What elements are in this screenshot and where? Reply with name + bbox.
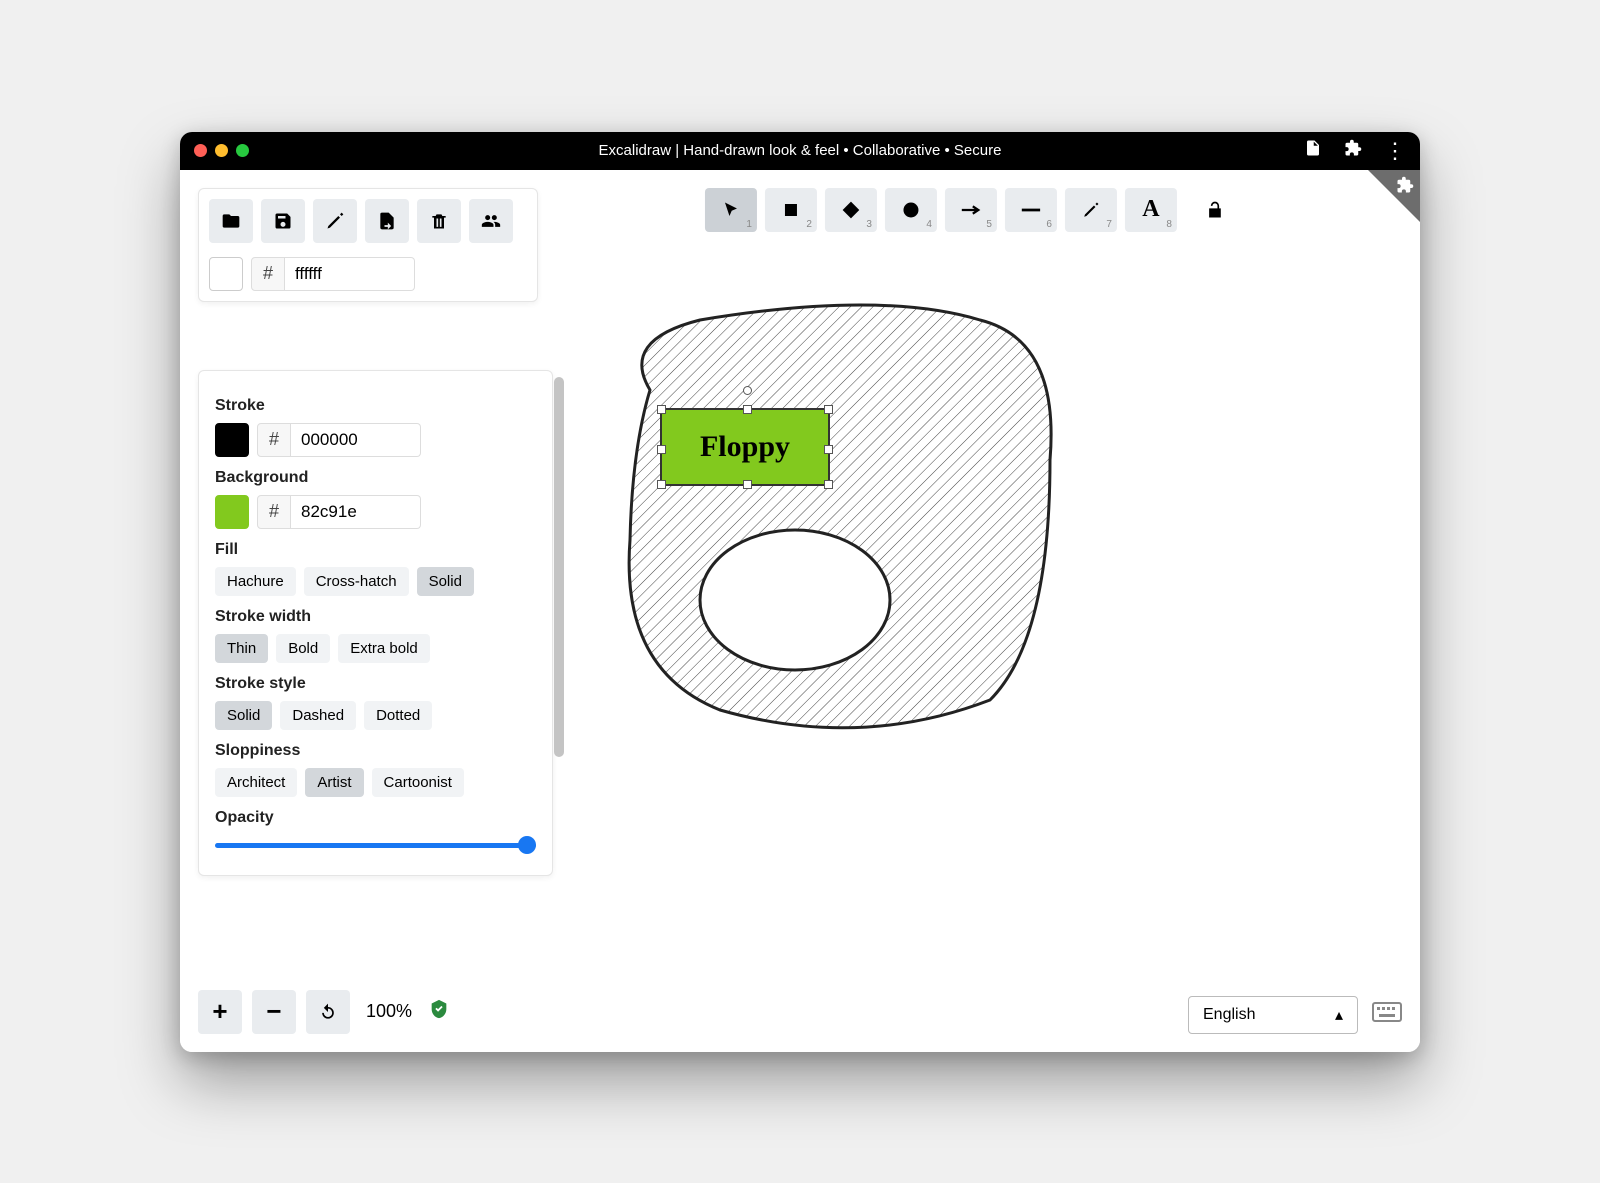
export-button[interactable] bbox=[365, 199, 409, 243]
tool-ellipse[interactable]: 4 bbox=[885, 188, 937, 232]
fill-hachure[interactable]: Hachure bbox=[215, 567, 296, 596]
ss-solid[interactable]: Solid bbox=[215, 701, 272, 730]
tool-selection[interactable]: 1 bbox=[705, 188, 757, 232]
slop-artist[interactable]: Artist bbox=[305, 768, 363, 797]
clear-button[interactable] bbox=[417, 199, 461, 243]
shape-toolbar: 1 2 3 4 5 6 7 bbox=[705, 188, 1233, 232]
chevron-up-icon: ▴ bbox=[1335, 1005, 1343, 1025]
fill-heading: Fill bbox=[215, 541, 536, 559]
selected-element[interactable]: Floppy bbox=[660, 408, 830, 486]
hash-label: # bbox=[251, 257, 285, 291]
tool-rectangle[interactable]: 2 bbox=[765, 188, 817, 232]
app-window: Excalidraw | Hand-drawn look & feel • Co… bbox=[180, 132, 1420, 1052]
element-text: Floppy bbox=[700, 430, 790, 464]
background-color-input[interactable] bbox=[291, 495, 421, 529]
background-color-swatch[interactable] bbox=[215, 495, 249, 529]
fill-options: Hachure Cross-hatch Solid bbox=[215, 567, 536, 596]
canvas[interactable]: Floppy bbox=[560, 280, 1080, 755]
sloppiness-options: Architect Artist Cartoonist bbox=[215, 768, 536, 797]
zoom-controls: + − 100% bbox=[198, 990, 450, 1034]
slop-cartoonist[interactable]: Cartoonist bbox=[372, 768, 464, 797]
save-as-button[interactable] bbox=[313, 199, 357, 243]
slop-architect[interactable]: Architect bbox=[215, 768, 297, 797]
sloppiness-heading: Sloppiness bbox=[215, 742, 536, 760]
opacity-slider[interactable] bbox=[215, 835, 536, 855]
tool-text[interactable]: A 8 bbox=[1125, 188, 1177, 232]
zoom-in-button[interactable]: + bbox=[198, 990, 242, 1034]
encrypted-icon bbox=[428, 998, 450, 1025]
bottom-right-controls: English ▴ bbox=[1188, 996, 1402, 1034]
tool-diamond[interactable]: 3 bbox=[825, 188, 877, 232]
stroke-color-swatch[interactable] bbox=[215, 423, 249, 457]
sw-thin[interactable]: Thin bbox=[215, 634, 268, 663]
keyboard-shortcuts-icon[interactable] bbox=[1372, 1001, 1402, 1028]
close-window-button[interactable] bbox=[194, 144, 207, 157]
sw-bold[interactable]: Bold bbox=[276, 634, 330, 663]
kebab-menu-icon[interactable]: ⋮ bbox=[1384, 138, 1406, 164]
github-corner[interactable] bbox=[1368, 170, 1420, 222]
maximize-window-button[interactable] bbox=[236, 144, 249, 157]
titlebar: Excalidraw | Hand-drawn look & feel • Co… bbox=[180, 132, 1420, 170]
app-surface: 1 2 3 4 5 6 7 bbox=[180, 170, 1420, 1052]
tool-freedraw[interactable]: 7 bbox=[1065, 188, 1117, 232]
tool-line[interactable]: 6 bbox=[1005, 188, 1057, 232]
zoom-reset-button[interactable] bbox=[306, 990, 350, 1034]
background-heading: Background bbox=[215, 469, 536, 487]
window-title: Excalidraw | Hand-drawn look & feel • Co… bbox=[180, 142, 1420, 159]
properties-panel: Stroke # Background # Fill Hachure Cros bbox=[198, 370, 553, 876]
sw-extrabold[interactable]: Extra bold bbox=[338, 634, 430, 663]
zoom-level: 100% bbox=[366, 1001, 412, 1022]
stroke-width-options: Thin Bold Extra bold bbox=[215, 634, 536, 663]
file-ops-panel: # bbox=[198, 188, 538, 302]
fill-crosshatch[interactable]: Cross-hatch bbox=[304, 567, 409, 596]
ss-dashed[interactable]: Dashed bbox=[280, 701, 356, 730]
fill-solid[interactable]: Solid bbox=[417, 567, 474, 596]
canvas-color-input[interactable] bbox=[285, 257, 415, 291]
file-icon[interactable] bbox=[1304, 139, 1322, 162]
stroke-color-input[interactable] bbox=[291, 423, 421, 457]
stroke-heading: Stroke bbox=[215, 397, 536, 415]
zoom-out-button[interactable]: − bbox=[252, 990, 296, 1034]
stroke-style-options: Solid Dashed Dotted bbox=[215, 701, 536, 730]
stroke-style-heading: Stroke style bbox=[215, 675, 536, 693]
canvas-color-swatch[interactable] bbox=[209, 257, 243, 291]
language-select[interactable]: English ▴ bbox=[1188, 996, 1358, 1034]
minimize-window-button[interactable] bbox=[215, 144, 228, 157]
collaborate-button[interactable] bbox=[469, 199, 513, 243]
tool-arrow[interactable]: 5 bbox=[945, 188, 997, 232]
open-button[interactable] bbox=[209, 199, 253, 243]
window-traffic-lights bbox=[194, 144, 249, 157]
stroke-width-heading: Stroke width bbox=[215, 608, 536, 626]
extension-icon[interactable] bbox=[1344, 139, 1362, 162]
opacity-heading: Opacity bbox=[215, 809, 536, 827]
save-button[interactable] bbox=[261, 199, 305, 243]
lock-button[interactable] bbox=[1197, 192, 1233, 228]
ss-dotted[interactable]: Dotted bbox=[364, 701, 432, 730]
